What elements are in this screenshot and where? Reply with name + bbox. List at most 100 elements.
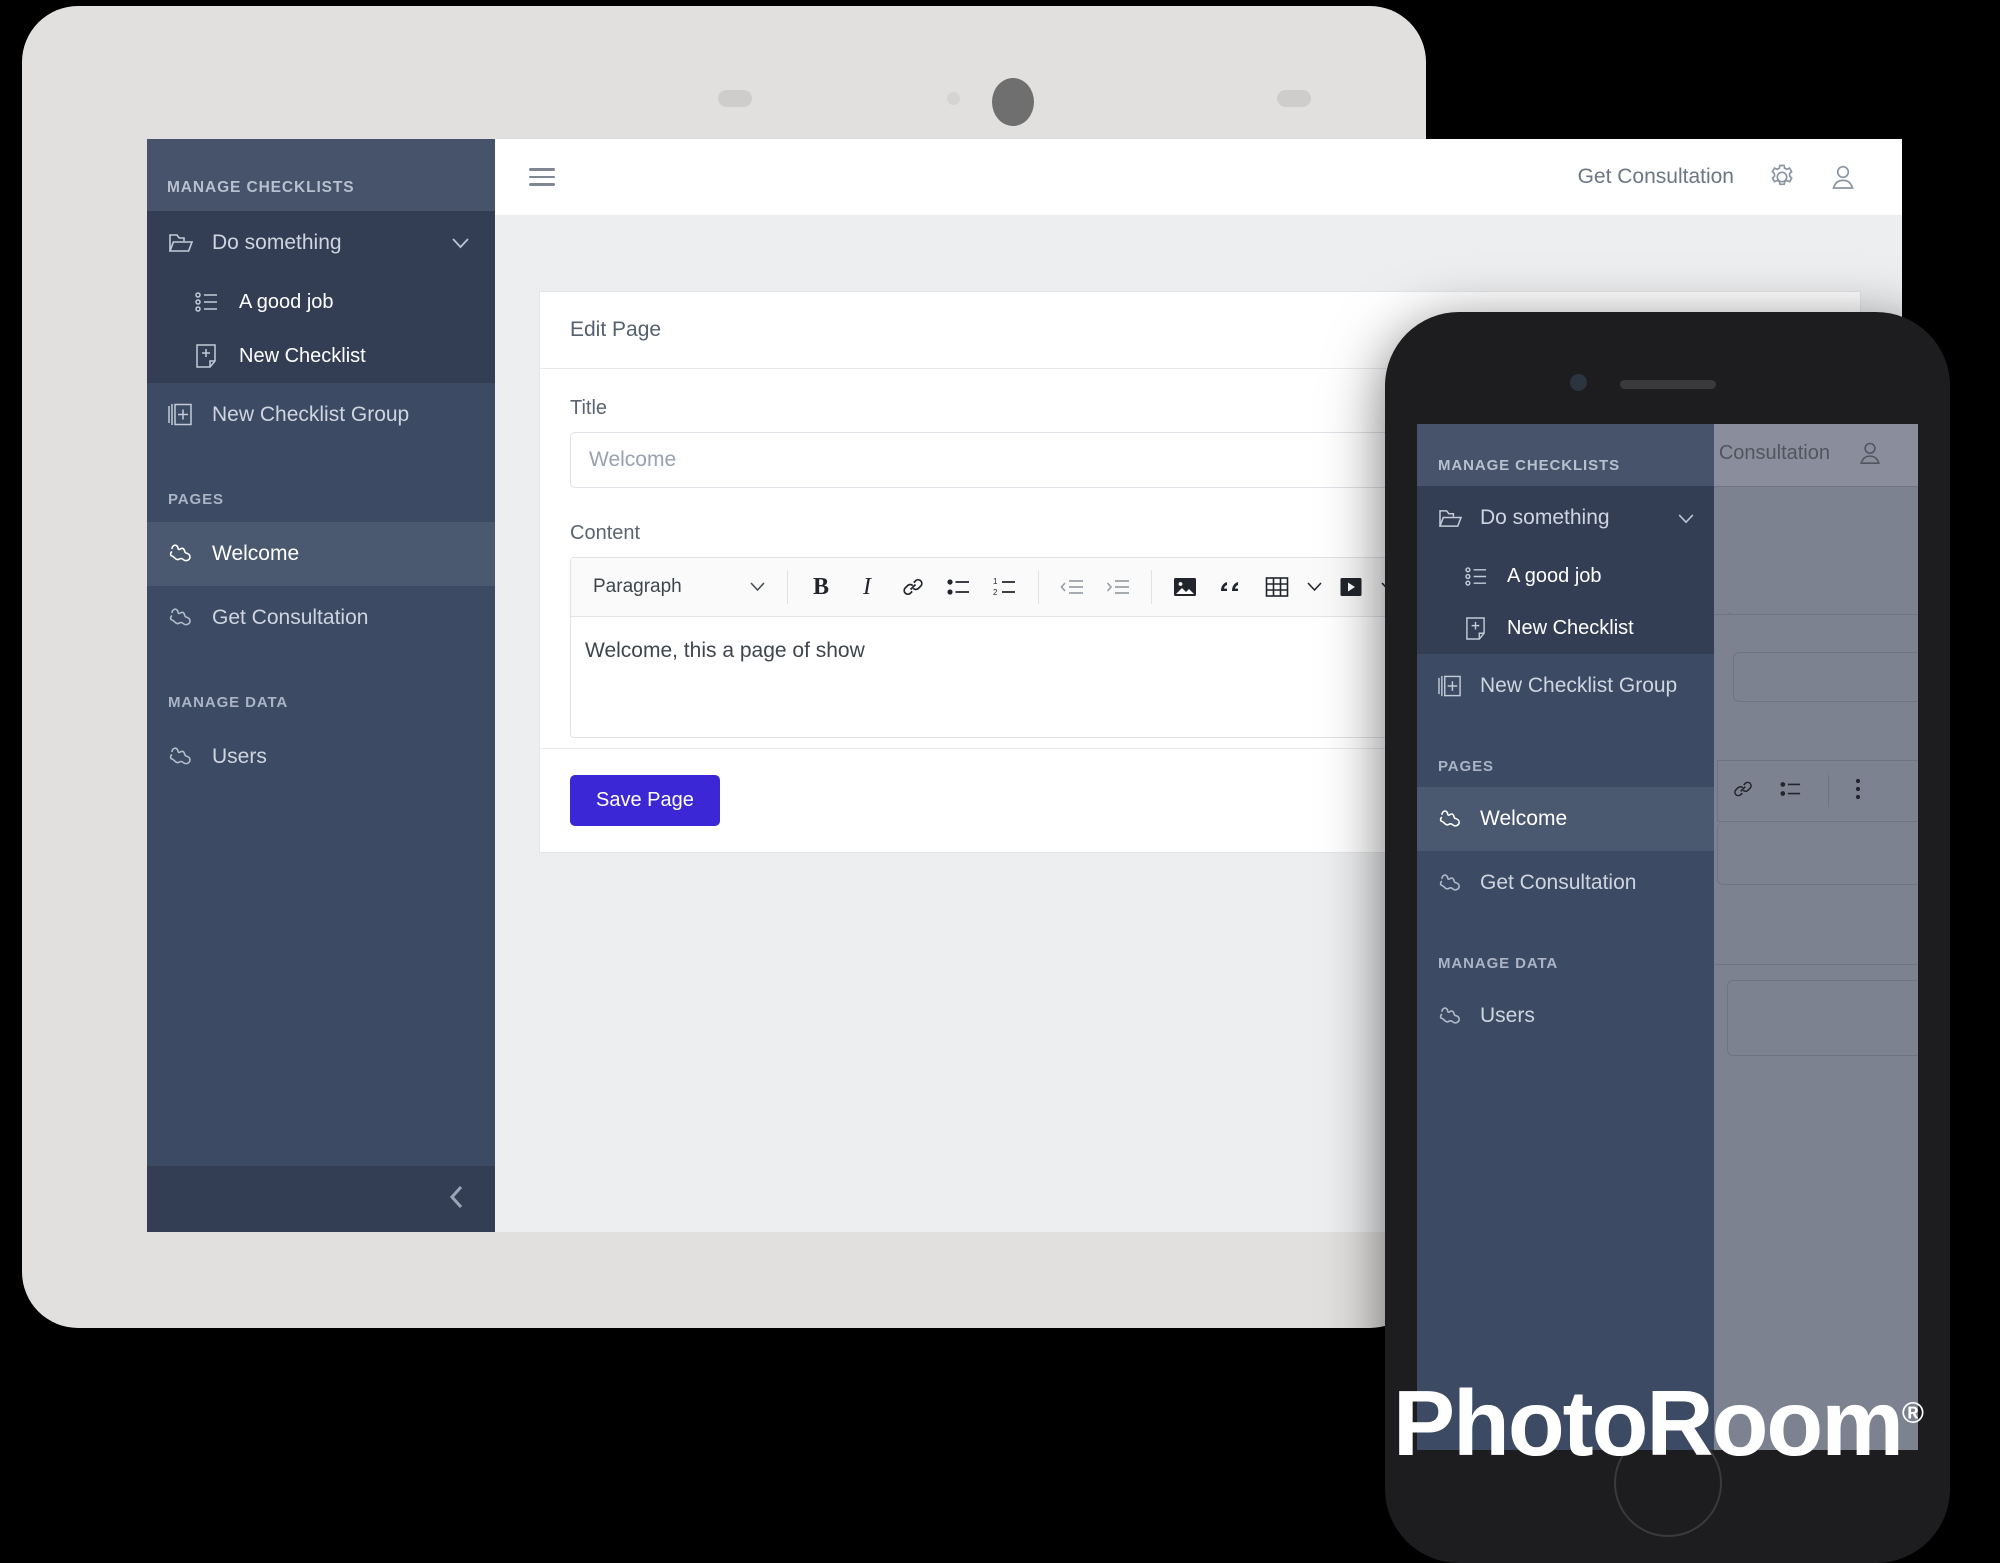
link-icon[interactable] — [1732, 778, 1754, 805]
copy-add-icon — [1438, 675, 1480, 698]
phone-sidebar-item-label: Do something — [1480, 506, 1610, 529]
checklist-group: Do something A good job New Checklist — [147, 211, 495, 383]
sidebar-item-label: A good job — [239, 290, 334, 313]
phone-topbar-link[interactable]: et Consultation — [1697, 442, 1830, 465]
block-format-select[interactable]: Paragraph — [577, 576, 777, 598]
phone-sidebar-item-label: Users — [1480, 1004, 1535, 1027]
tablet-light-sensor — [947, 92, 960, 105]
tablet-device: MANAGE CHECKLISTS Do something A good jo… — [22, 6, 1902, 1328]
phone-checklist-group: Do something A good job New Checklist — [1417, 486, 1714, 654]
phone-sidebar-item-get-consultation[interactable]: Get Consultation — [1417, 851, 1714, 915]
phone-sidebar-item-welcome[interactable]: Welcome — [1417, 787, 1714, 851]
hamburger-icon[interactable] — [529, 163, 555, 191]
outdent-icon[interactable] — [1049, 564, 1095, 610]
topbar-actions: Get Consultation — [1578, 163, 1902, 191]
folder-open-icon — [1438, 508, 1480, 529]
folder-open-icon — [168, 232, 212, 254]
toolbar-divider — [1038, 570, 1039, 604]
bullet-list-icon[interactable] — [1780, 779, 1802, 804]
phone-sidebar-item-label: New Checklist — [1507, 616, 1634, 639]
more-vertical-icon[interactable] — [1855, 778, 1861, 805]
phone-sidebar-item-label: A good job — [1507, 564, 1602, 587]
sidebar-item-do-something[interactable]: Do something — [147, 211, 495, 275]
page-icon — [1438, 1005, 1480, 1028]
topbar-link-get-consultation[interactable]: Get Consultation — [1578, 165, 1734, 189]
bullet-list-icon[interactable] — [936, 564, 982, 610]
phone-sidebar-header: MANAGE CHECKLISTS — [1417, 424, 1714, 486]
sidebar-section-manage-data: MANAGE DATA — [168, 694, 289, 711]
phone-editor-toolbar — [1717, 760, 1918, 822]
phone-sidebar-item-users[interactable]: Users — [1417, 984, 1714, 1048]
phone-sidebar-item-a-good-job[interactable]: A good job — [1417, 550, 1714, 602]
sidebar-item-get-consultation[interactable]: Get Consultation — [147, 586, 495, 650]
sidebar-item-label: New Checklist Group — [212, 403, 410, 426]
sidebar-section-pages: PAGES — [168, 491, 224, 508]
phone-sidebar-item-label: Get Consultation — [1480, 871, 1637, 894]
page-icon — [168, 542, 212, 566]
sidebar-header-label: MANAGE CHECKLISTS — [167, 179, 355, 196]
sidebar-item-welcome[interactable]: Welcome — [147, 522, 495, 586]
checklist-icon — [195, 291, 239, 313]
indent-icon[interactable] — [1095, 564, 1141, 610]
watermark-text: PhotoRoom — [1393, 1371, 1904, 1475]
phone-sidebar-item-label: New Checklist Group — [1480, 674, 1678, 697]
chevron-down-icon[interactable] — [1678, 506, 1694, 530]
numbered-list-icon[interactable]: 12 — [982, 564, 1028, 610]
toolbar-divider — [1828, 775, 1829, 807]
italic-icon[interactable]: I — [844, 564, 890, 610]
tablet-front-camera — [992, 78, 1034, 126]
phone-speaker — [1619, 380, 1716, 389]
phone-card-footer — [1727, 980, 1918, 1056]
page-icon — [1438, 872, 1480, 895]
sidebar: MANAGE CHECKLISTS Do something A good jo… — [147, 139, 495, 1232]
sidebar-item-users[interactable]: Users — [147, 725, 495, 789]
chevron-down-icon[interactable] — [452, 231, 469, 255]
video-icon[interactable] — [1328, 564, 1374, 610]
phone-sidebar-section-manage-data: MANAGE DATA — [1438, 955, 1559, 972]
sidebar-item-a-good-job[interactable]: A good job — [147, 275, 495, 329]
photoroom-watermark: PhotoRoom® — [1393, 1377, 1924, 1470]
copy-add-icon — [168, 403, 212, 427]
toolbar-divider — [787, 570, 788, 604]
block-format-label: Paragraph — [593, 576, 682, 597]
sidebar-collapse-button[interactable] — [147, 1166, 495, 1232]
phone-editor-body[interactable] — [1717, 822, 1918, 885]
phone-card-head — [1727, 554, 1918, 615]
table-icon[interactable] — [1254, 564, 1300, 610]
sidebar-item-label: Welcome — [212, 542, 300, 565]
topbar: Get Consultation — [495, 139, 1902, 215]
chevron-left-icon — [447, 1184, 467, 1215]
page-icon — [168, 745, 212, 769]
image-icon[interactable] — [1162, 564, 1208, 610]
phone-sidebar-item-new-checklist[interactable]: New Checklist — [1417, 602, 1714, 654]
bold-icon[interactable]: B — [798, 564, 844, 610]
svg-text:2: 2 — [993, 588, 998, 597]
save-page-button[interactable]: Save Page — [570, 775, 720, 826]
sidebar-header: MANAGE CHECKLISTS — [147, 139, 495, 211]
screenshot-stage: MANAGE CHECKLISTS Do something A good jo… — [0, 0, 2000, 1563]
tablet-sensor-left — [718, 90, 752, 107]
phone-sidebar-item-new-checklist-group[interactable]: New Checklist Group — [1417, 654, 1714, 718]
chevron-down-icon — [750, 576, 765, 598]
user-icon[interactable] — [1830, 163, 1856, 191]
link-icon[interactable] — [890, 564, 936, 610]
chevron-down-icon[interactable] — [1300, 564, 1328, 610]
checklist-icon — [1465, 566, 1507, 587]
phone-title-input[interactable] — [1733, 652, 1918, 702]
phone-sidebar-section-pages: PAGES — [1438, 758, 1494, 775]
new-file-icon — [1465, 616, 1507, 640]
blockquote-icon[interactable] — [1208, 564, 1254, 610]
phone-sidebar-item-label: Welcome — [1480, 807, 1568, 830]
page-icon — [168, 606, 212, 630]
phone-sidebar-item-do-something[interactable]: Do something — [1417, 486, 1714, 550]
sidebar-item-new-checklist-group[interactable]: New Checklist Group — [147, 383, 495, 447]
gear-icon[interactable] — [1768, 163, 1796, 191]
sidebar-item-label: Do something — [212, 231, 342, 254]
page-icon — [1438, 808, 1480, 831]
phone-sidebar-header-label: MANAGE CHECKLISTS — [1438, 457, 1620, 474]
tablet-sensor-right — [1277, 90, 1311, 107]
user-icon[interactable] — [1858, 440, 1882, 471]
sidebar-item-new-checklist[interactable]: New Checklist — [147, 329, 495, 383]
phone-front-camera — [1570, 374, 1587, 391]
phone-screen: et Consultation MANAGE CHECKLISTS Do som… — [1417, 424, 1918, 1450]
